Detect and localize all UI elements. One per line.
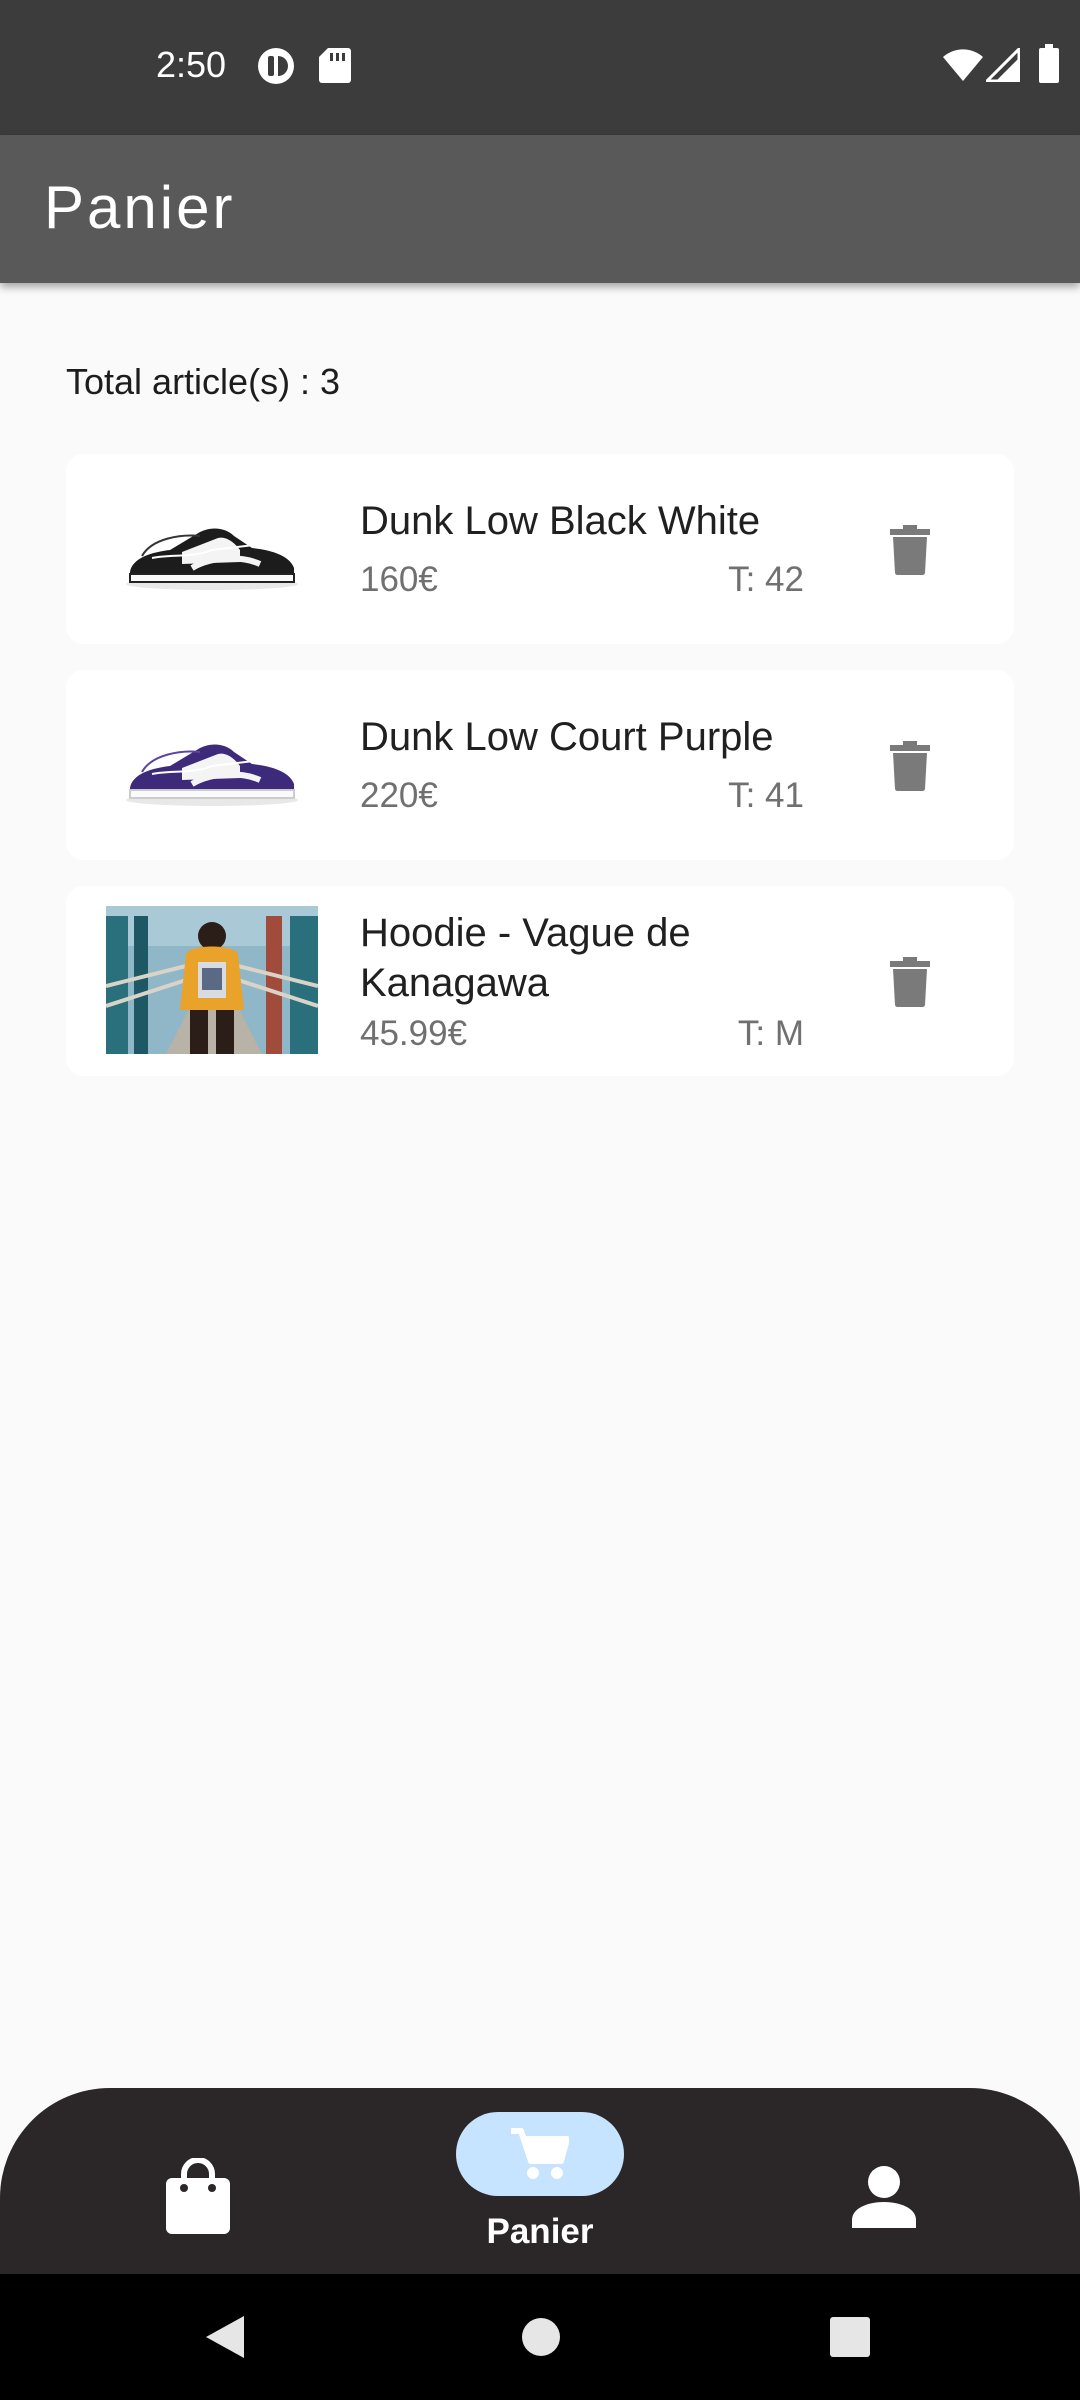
trash-icon <box>890 741 930 791</box>
trash-icon <box>890 957 930 1007</box>
product-image-sneaker-court-purple <box>106 690 318 838</box>
delete-button[interactable] <box>882 520 938 580</box>
app-notification-icon <box>256 46 296 91</box>
wifi-icon <box>942 48 984 87</box>
bottom-navigation: Panier <box>0 2088 1080 2274</box>
cart-item-price: 45.99€ <box>360 1014 468 1053</box>
person-icon <box>852 2166 916 2228</box>
trash-icon <box>890 525 930 575</box>
page-title: Panier <box>44 174 236 241</box>
app-bar: Panier <box>0 135 1080 283</box>
nav-cart-button[interactable]: Panier <box>456 2112 624 2262</box>
cart-item-name: Hoodie - Vague de Kanagawa <box>360 911 691 1005</box>
delete-button[interactable] <box>882 736 938 796</box>
delete-button[interactable] <box>882 952 938 1012</box>
signal-icon <box>983 45 1021 87</box>
home-icon[interactable] <box>520 2316 562 2363</box>
nav-profile-button[interactable] <box>836 2148 932 2244</box>
cart-icon <box>511 2128 569 2179</box>
cart-item[interactable]: Dunk Low Court Purple 220€ T: 41 <box>66 670 1014 860</box>
cart-item[interactable]: Hoodie - Vague de Kanagawa 45.99€ T: M <box>66 886 1014 1076</box>
cart-item[interactable]: Dunk Low Black White 160€ T: 42 <box>66 454 1014 644</box>
cart-item-name: Dunk Low Black White <box>360 499 761 543</box>
cart-item-size: T: 42 <box>728 560 804 599</box>
cart-item-price: 220€ <box>360 776 438 815</box>
recents-icon[interactable] <box>830 2317 870 2362</box>
nav-shop-button[interactable] <box>150 2148 246 2244</box>
cart-item-name: Dunk Low Court Purple <box>360 715 774 759</box>
cart-item-size: T: M <box>737 1014 804 1053</box>
system-navigation-bar <box>0 2274 1080 2400</box>
sd-card-icon <box>318 46 352 89</box>
nav-cart-indicator <box>456 2112 624 2196</box>
product-image-sneaker-black-white <box>106 474 318 622</box>
shopping-bag-icon <box>166 2158 230 2234</box>
battery-icon <box>1038 44 1060 89</box>
cart-item-price: 160€ <box>360 560 438 599</box>
nav-cart-label: Panier <box>486 2212 594 2251</box>
status-bar: 2:50 <box>0 0 1080 135</box>
back-icon[interactable] <box>204 2314 246 2365</box>
status-time: 2:50 <box>156 44 227 85</box>
product-image-hoodie-orange-photo <box>106 906 318 1054</box>
cart-list: Dunk Low Black White 160€ T: 42 Dunk Low… <box>66 454 1014 1102</box>
cart-total-count: Total article(s) : 3 <box>66 361 341 402</box>
cart-item-size: T: 41 <box>728 776 804 815</box>
